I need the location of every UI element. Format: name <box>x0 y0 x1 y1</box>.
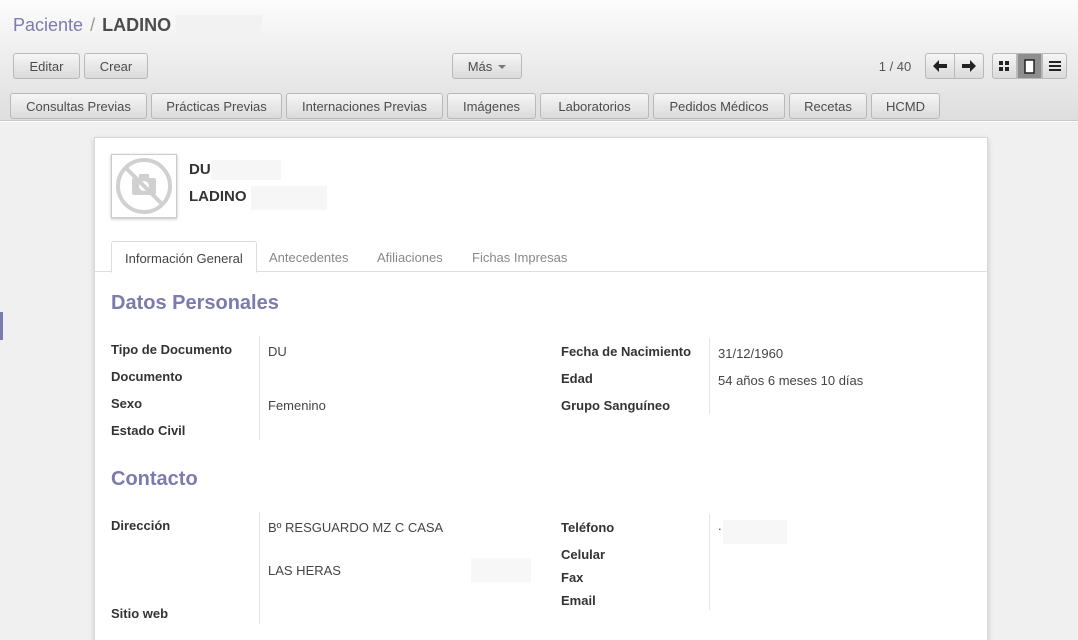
smart-tab-internaciones-previas[interactable]: Internaciones Previas <box>286 93 443 119</box>
label-tipo-documento: Tipo de Documento <box>111 342 233 357</box>
notebook-tabs: Información General Antecedentes Afiliac… <box>95 241 987 273</box>
label-grupo-sanguineo: Grupo Sanguíneo <box>561 398 671 413</box>
field-tipo-documento[interactable]: DU <box>268 344 287 359</box>
label-telefono: Teléfono <box>561 520 615 535</box>
arrow-right-icon <box>962 60 976 72</box>
patient-last-name: LADINO <box>189 188 247 205</box>
label-documento: Documento <box>111 369 183 384</box>
kanban-grid-icon <box>999 60 1009 71</box>
label-direccion: Dirección <box>111 518 171 533</box>
field-sexo[interactable]: Femenino <box>268 398 326 413</box>
section-title-datos-personales: Datos Personales <box>111 292 279 314</box>
field-divider <box>709 514 710 610</box>
breadcrumb: Paciente / LADINO <box>13 15 263 38</box>
field-fecha-nacimiento[interactable]: 31/12/1960 <box>718 346 783 361</box>
smart-tab-pedidos-medicos[interactable]: Pedidos Médicos <box>653 93 785 119</box>
field-divider <box>709 338 710 414</box>
list-view-icon <box>1048 61 1061 71</box>
redacted-text <box>251 186 327 210</box>
smart-tab-imagenes[interactable]: Imágenes <box>447 93 536 119</box>
smart-tab-recetas[interactable]: Recetas <box>789 93 867 119</box>
form-view-icon <box>1024 58 1035 74</box>
tab-afiliaciones[interactable]: Afiliaciones <box>364 241 456 272</box>
breadcrumb-separator: / <box>90 15 96 35</box>
smart-tab-hcmd[interactable]: HCMD <box>871 93 940 119</box>
tab-antecedentes[interactable]: Antecedentes <box>256 241 362 272</box>
form-content-area: DU LADINO Información General Antecedent… <box>0 122 1078 640</box>
form-sheet: DU LADINO Información General Antecedent… <box>94 137 988 640</box>
breadcrumb-current: LADINO <box>102 15 172 35</box>
create-button[interactable]: Crear <box>84 53 148 79</box>
label-celular: Celular <box>561 547 606 562</box>
breadcrumb-parent-link[interactable]: Paciente <box>13 15 83 35</box>
caret-down-icon <box>498 65 507 69</box>
label-sitio-web: Sitio web <box>111 606 169 621</box>
smart-tab-laboratorios[interactable]: Laboratorios <box>540 93 649 119</box>
label-estado-civil: Estado Civil <box>111 423 186 438</box>
side-marker <box>0 312 3 340</box>
list-view-button[interactable] <box>1042 53 1067 79</box>
edit-button[interactable]: Editar <box>13 53 80 79</box>
no-photo-icon <box>116 158 172 214</box>
section-title-contacto: Contacto <box>111 468 198 490</box>
label-fax: Fax <box>561 570 584 585</box>
tab-fichas-impresas[interactable]: Fichas Impresas <box>459 241 580 272</box>
label-fecha-nacimiento: Fecha de Nacimiento <box>561 344 692 359</box>
tab-informacion-general[interactable]: Información General <box>111 241 257 273</box>
arrow-left-icon <box>933 60 947 72</box>
more-dropdown-button[interactable]: Más <box>452 53 522 79</box>
label-edad: Edad <box>561 371 593 386</box>
form-view-button[interactable] <box>1017 53 1042 79</box>
patient-photo[interactable] <box>111 154 177 218</box>
label-sexo: Sexo <box>111 396 143 411</box>
field-divider <box>259 512 260 624</box>
pager-value[interactable]: 1 / 40 <box>868 59 922 74</box>
pager-next-button[interactable] <box>954 53 984 79</box>
label-email: Email <box>561 593 596 608</box>
redacted-text <box>471 558 531 582</box>
redacted-text <box>211 160 281 180</box>
patient-document-type: DU <box>189 161 211 178</box>
redacted-text <box>723 520 787 544</box>
redacted-text <box>176 15 263 38</box>
smart-tab-consultas-previas[interactable]: Consultas Previas <box>10 93 147 119</box>
field-telefono[interactable]: . <box>718 518 722 533</box>
field-divider <box>259 336 260 440</box>
field-direccion-line1[interactable]: Bº RESGUARDO MZ C CASA <box>268 520 443 535</box>
control-panel: Paciente / LADINO Editar Crear Más 1 / 4… <box>0 0 1078 121</box>
field-edad[interactable]: 54 años 6 meses 10 días <box>718 373 863 388</box>
field-direccion-line2[interactable]: LAS HERAS <box>268 563 341 578</box>
smart-tab-practicas-previas[interactable]: Prácticas Previas <box>151 93 282 119</box>
more-button-label: Más <box>467 58 493 74</box>
pager-previous-button[interactable] <box>925 53 955 79</box>
kanban-view-button[interactable] <box>992 53 1017 79</box>
